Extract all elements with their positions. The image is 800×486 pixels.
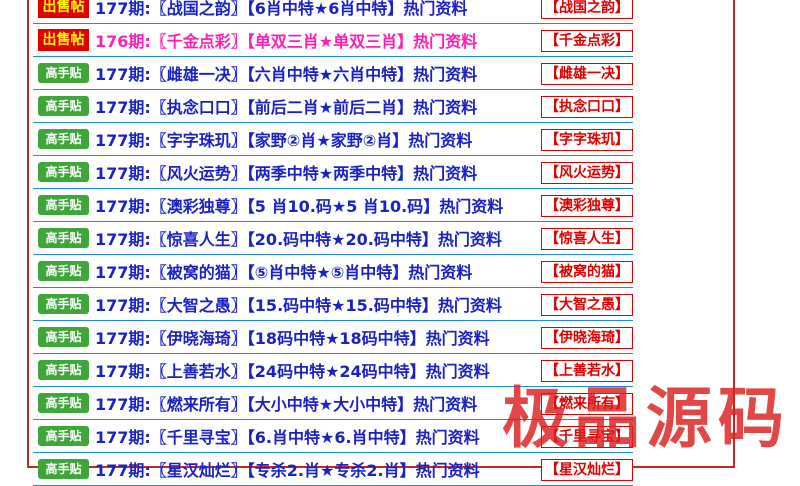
post-author-tag[interactable]: 【字字珠玑】	[541, 129, 633, 151]
post-title-link[interactable]: 177期:〖战国之韵〗【6肖中特★6肖中特】热门资料	[95, 0, 467, 19]
post-badge: 高手贴	[38, 195, 89, 215]
post-title-link[interactable]: 177期:〖惊喜人生〗【20.码中特★20.码中特】热门资料	[95, 226, 502, 250]
post-author-tag[interactable]: 【上善若水】	[541, 360, 633, 382]
post-title-link[interactable]: 177期:〖风火运势〗【两季中特★两季中特】热门资料	[95, 160, 477, 184]
post-author-tag[interactable]: 【伊晓海琦】	[541, 327, 633, 349]
post-row[interactable]: 高手贴 177期:〖星汉灿烂〗【专杀2.肖★专杀2.肖】热门资料 【星汉灿烂】	[33, 453, 633, 486]
post-badge: 出售帖	[38, 0, 89, 18]
post-badge: 高手贴	[38, 261, 89, 281]
post-title-link[interactable]: 177期:〖上善若水〗【24码中特★24码中特】热门资料	[95, 358, 490, 382]
post-author-tag[interactable]: 【被窝的猫】	[541, 261, 633, 283]
post-badge: 高手贴	[38, 228, 89, 248]
post-badge: 高手贴	[38, 63, 89, 83]
post-author-tag[interactable]: 【星汉灿烂】	[541, 459, 633, 481]
post-row[interactable]: 高手贴 177期:〖燃来所有〗【大小中特★大小中特】热门资料 【燃来所有】	[33, 387, 633, 420]
post-title-link[interactable]: 177期:〖执念口口〗【前后二肖★前后二肖】热门资料	[95, 94, 477, 118]
post-row[interactable]: 高手贴 177期:〖被窝的猫〗【⑤肖中特★⑤肖中特】热门资料 【被窝的猫】	[33, 255, 633, 288]
post-badge: 高手贴	[38, 459, 89, 479]
post-title-link[interactable]: 177期:〖被窝的猫〗【⑤肖中特★⑤肖中特】热门资料	[95, 259, 472, 283]
post-row[interactable]: 出售帖 176期:〖千金点彩〗【单双三肖★单双三肖】热门资料 【千金点彩】	[33, 24, 633, 57]
post-author-tag[interactable]: 【战国之韵】	[541, 0, 633, 19]
post-row[interactable]: 高手贴 177期:〖千里寻宝〗【6.肖中特★6.肖中特】热门资料 【千里寻宝】	[33, 420, 633, 453]
post-author-tag[interactable]: 【雌雄一决】	[541, 63, 633, 85]
post-title-link[interactable]: 177期:〖星汉灿烂〗【专杀2.肖★专杀2.肖】热门资料	[95, 457, 480, 481]
post-row[interactable]: 高手贴 177期:〖上善若水〗【24码中特★24码中特】热门资料 【上善若水】	[33, 354, 633, 387]
post-row[interactable]: 高手贴 177期:〖惊喜人生〗【20.码中特★20.码中特】热门资料 【惊喜人生】	[33, 222, 633, 255]
post-title-link[interactable]: 177期:〖大智之愚〗【15.码中特★15.码中特】热门资料	[95, 292, 502, 316]
post-title-link[interactable]: 177期:〖千里寻宝〗【6.肖中特★6.肖中特】热门资料	[95, 424, 480, 448]
post-title-link[interactable]: 177期:〖燃来所有〗【大小中特★大小中特】热门资料	[95, 391, 477, 415]
post-row[interactable]: 高手贴 177期:〖雌雄一决〗【六肖中特★六肖中特】热门资料 【雌雄一决】	[33, 57, 633, 90]
post-badge: 高手贴	[38, 129, 89, 149]
post-badge: 高手贴	[38, 360, 89, 380]
post-badge: 出售帖	[38, 29, 89, 51]
post-badge: 高手贴	[38, 294, 89, 314]
post-author-tag[interactable]: 【千里寻宝】	[541, 426, 633, 448]
post-badge: 高手贴	[38, 426, 89, 446]
post-author-tag[interactable]: 【千金点彩】	[541, 30, 633, 52]
post-author-tag[interactable]: 【大智之愚】	[541, 294, 633, 316]
post-row[interactable]: 高手贴 177期:〖伊晓海琦〗【18码中特★18码中特】热门资料 【伊晓海琦】	[33, 321, 633, 354]
post-row[interactable]: 高手贴 177期:〖澳彩独尊〗【5 肖10.码★5 肖10.码】热门资料 【澳彩独尊…	[33, 189, 633, 222]
post-row[interactable]: 高手贴 177期:〖执念口口〗【前后二肖★前后二肖】热门资料 【执念口口】	[33, 90, 633, 123]
post-author-tag[interactable]: 【执念口口】	[541, 96, 633, 118]
post-title-link[interactable]: 177期:〖伊晓海琦〗【18码中特★18码中特】热门资料	[95, 325, 490, 349]
post-author-tag[interactable]: 【燃来所有】	[541, 393, 633, 415]
post-row[interactable]: 高手贴 177期:〖字字珠玑〗【家野②肖★家野②肖】热门资料 【字字珠玑】	[33, 123, 633, 156]
post-title-link[interactable]: 177期:〖字字珠玑〗【家野②肖★家野②肖】热门资料	[95, 127, 472, 151]
post-title-link[interactable]: 177期:〖雌雄一决〗【六肖中特★六肖中特】热门资料	[95, 61, 477, 85]
post-author-tag[interactable]: 【澳彩独尊】	[541, 195, 633, 217]
post-badge: 高手贴	[38, 327, 89, 347]
post-list: 出售帖 177期:〖战国之韵〗【6肖中特★6肖中特】热门资料 【战国之韵】 出售帖 17…	[33, 0, 633, 486]
post-author-tag[interactable]: 【风火运势】	[541, 162, 633, 184]
post-badge: 高手贴	[38, 162, 89, 182]
post-author-tag[interactable]: 【惊喜人生】	[541, 228, 633, 250]
post-badge: 高手贴	[38, 96, 89, 116]
post-badge: 高手贴	[38, 393, 89, 413]
post-title-link[interactable]: 177期:〖澳彩独尊〗【5 肖10.码★5 肖10.码】热门资料	[95, 193, 503, 217]
post-row[interactable]: 高手贴 177期:〖风火运势〗【两季中特★两季中特】热门资料 【风火运势】	[33, 156, 633, 189]
post-row[interactable]: 出售帖 177期:〖战国之韵〗【6肖中特★6肖中特】热门资料 【战国之韵】	[33, 0, 633, 24]
post-title-link[interactable]: 176期:〖千金点彩〗【单双三肖★单双三肖】热门资料	[95, 28, 477, 52]
post-row[interactable]: 高手贴 177期:〖大智之愚〗【15.码中特★15.码中特】热门资料 【大智之愚】	[33, 288, 633, 321]
